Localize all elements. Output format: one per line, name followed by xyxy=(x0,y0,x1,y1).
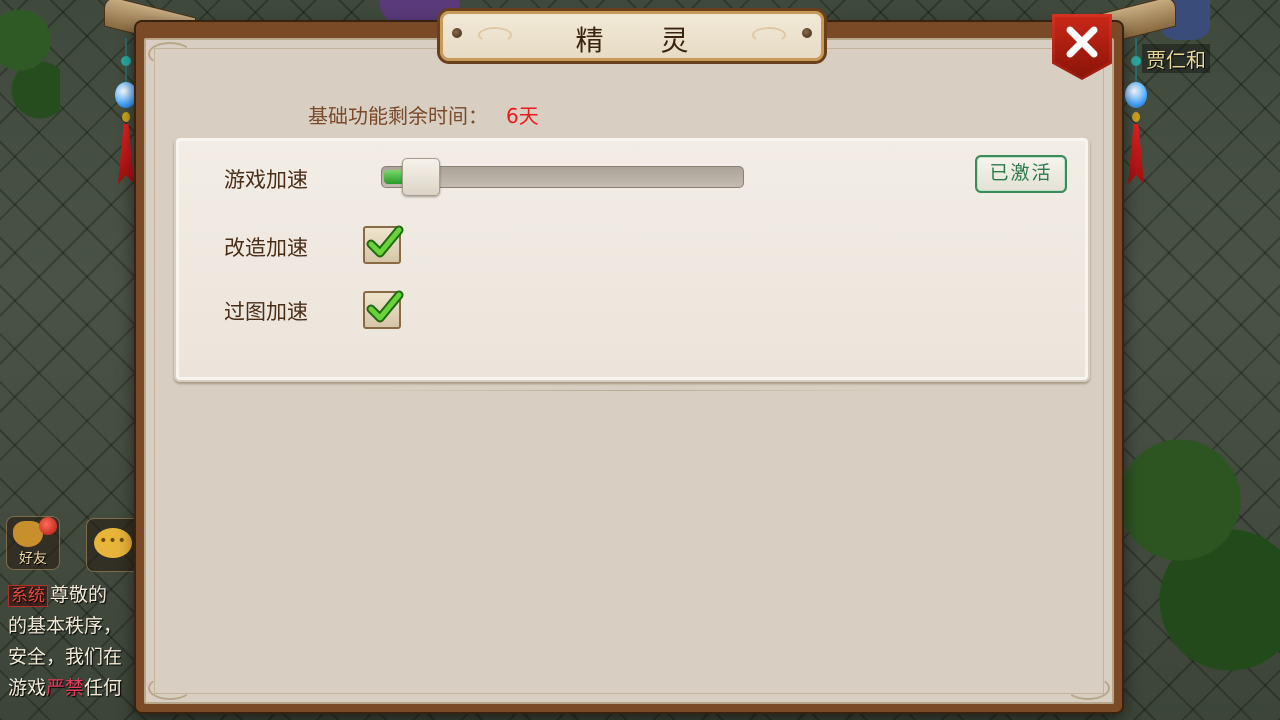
remaining-time-row: 基础功能剩余时间： 6天 xyxy=(308,100,539,129)
chat-log: 系统 尊敬的 的基本秩序， 安全，我们在 游戏严禁任何 xyxy=(8,580,148,704)
divider xyxy=(334,390,914,391)
cloud-ornament-icon xyxy=(752,27,786,43)
chat-text: 任何 xyxy=(84,677,123,699)
chat-highlight: 严禁 xyxy=(46,677,85,699)
map-speed-checkbox[interactable] xyxy=(363,290,404,329)
friends-button[interactable]: 好友 xyxy=(6,516,60,570)
game-speed-label: 游戏加速 xyxy=(224,168,308,192)
chat-button[interactable]: ••• xyxy=(86,518,140,572)
map-speed-label: 过图加速 xyxy=(224,300,308,324)
chat-text: 游戏 xyxy=(8,677,47,699)
tree-foliage xyxy=(1120,380,1280,720)
rivet-icon xyxy=(802,28,812,38)
notification-dot-icon xyxy=(39,517,57,535)
remaining-time-value: 6天 xyxy=(506,104,539,128)
chat-line: 游戏严禁任何 xyxy=(8,673,148,704)
chat-text: 安全，我们在 xyxy=(8,646,123,668)
slider-thumb[interactable] xyxy=(402,158,440,196)
system-tag: 系统 xyxy=(8,585,48,607)
chat-line: 的基本秩序， xyxy=(8,611,148,642)
corner-ornament xyxy=(148,42,192,66)
forge-speed-checkbox[interactable] xyxy=(363,225,404,264)
chat-line: 系统 尊敬的 xyxy=(8,580,148,611)
title-plaque: 精 灵 xyxy=(437,8,827,64)
chat-text: 尊敬的 xyxy=(50,584,108,606)
chat-line: 安全，我们在 xyxy=(8,642,148,673)
checkmark-icon xyxy=(366,225,404,258)
jade-pendant-ornament xyxy=(1124,38,1148,188)
jade-pendant-ornament xyxy=(114,38,138,188)
chat-bubble-icon: ••• xyxy=(94,528,132,558)
remaining-time-label: 基础功能剩余时间： xyxy=(308,104,488,128)
npc-name-label: 贾仁和 xyxy=(1142,44,1210,73)
close-x-icon xyxy=(1066,26,1098,58)
corner-ornament xyxy=(1066,676,1110,700)
activated-button[interactable]: 已激活 xyxy=(975,155,1067,193)
friends-label: 好友 xyxy=(19,551,47,567)
forge-speed-label: 改造加速 xyxy=(224,236,308,260)
checkmark-icon xyxy=(366,290,404,323)
chat-text: 的基本秩序， xyxy=(8,615,123,637)
corner-ornament xyxy=(148,676,192,700)
tree-foliage xyxy=(0,0,60,130)
